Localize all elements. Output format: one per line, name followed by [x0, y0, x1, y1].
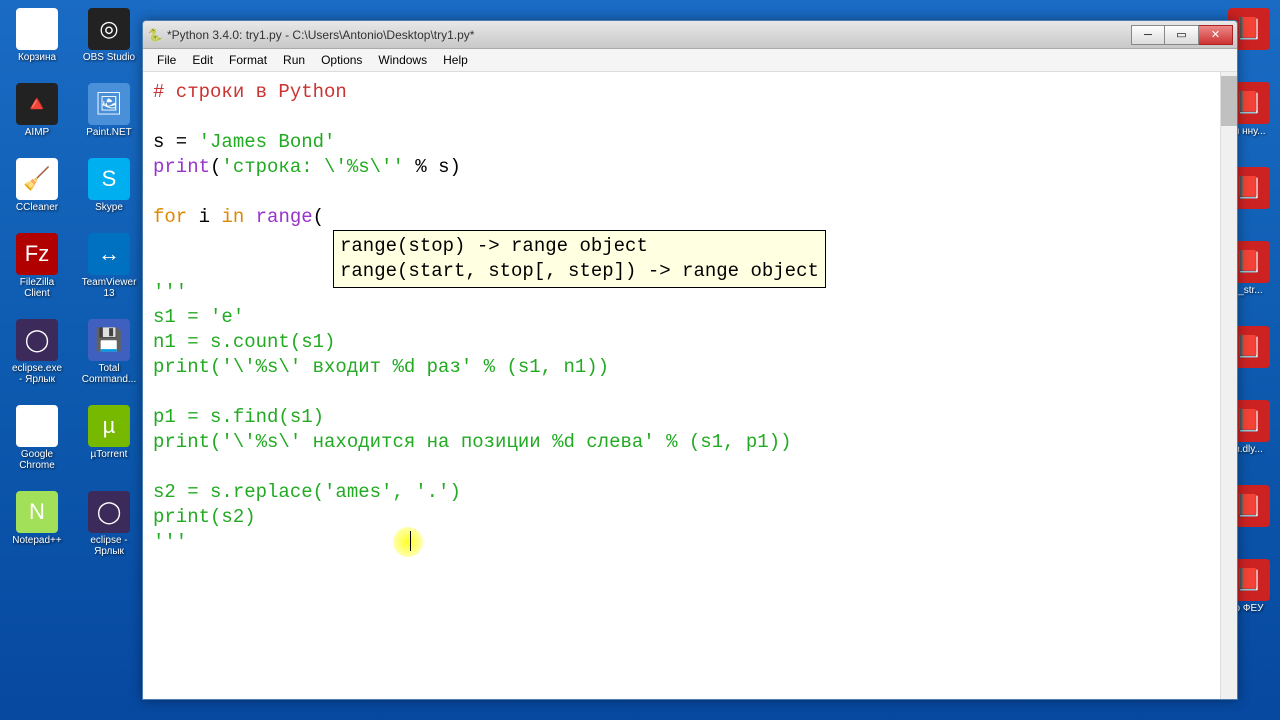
- app-icon: µ: [88, 405, 130, 447]
- code-editor[interactable]: # строки в Python s = 'James Bond' print…: [143, 72, 1237, 699]
- icon-label: CCleaner: [16, 202, 58, 213]
- app-icon: 🔺: [16, 83, 58, 125]
- desktop-icon[interactable]: ◉Google Chrome: [10, 405, 64, 471]
- idle-window: 🐍 *Python 3.4.0: try1.py - C:\Users\Anto…: [142, 20, 1238, 700]
- menu-windows[interactable]: Windows: [370, 50, 435, 70]
- icon-label: Notepad++: [12, 535, 62, 546]
- menu-help[interactable]: Help: [435, 50, 476, 70]
- desktop-icon[interactable]: 🧹 CCleaner: [10, 158, 64, 213]
- app-icon: ◎: [88, 8, 130, 50]
- icon-label: Skype: [95, 202, 123, 213]
- scrollbar-thumb[interactable]: [1221, 76, 1237, 126]
- icon-label: Google Chrome: [10, 449, 64, 471]
- app-icon: ◯: [16, 319, 58, 361]
- desktop-icon[interactable]: 💾Total Command...: [82, 319, 136, 385]
- desktop-icon[interactable]: 🗑 Корзина: [10, 8, 64, 63]
- menu-run[interactable]: Run: [275, 50, 313, 70]
- icon-label: з.dly...: [1235, 444, 1263, 455]
- desktop-icon[interactable]: N Notepad++: [10, 491, 64, 557]
- icon-label: ._str...: [1235, 285, 1262, 296]
- menu-format[interactable]: Format: [221, 50, 275, 70]
- icon-label: Paint.NET: [86, 127, 132, 138]
- comment-line: # строки в Python: [153, 81, 347, 103]
- icon-label: Total Command...: [82, 363, 136, 385]
- desktop-icons-left: 🗑 Корзина ◎ OBS Studio 🔺 AIMP 🖼 Paint.NET 🧹 CClea…: [10, 8, 136, 557]
- desktop-icon[interactable]: ◯eclipse - Ярлык: [82, 491, 136, 557]
- icon-label: TeamViewer 13: [82, 277, 137, 299]
- app-icon: 🧹: [16, 158, 58, 200]
- desktop-icon[interactable]: ◎ OBS Studio: [82, 8, 136, 63]
- app-icon: ↔: [88, 233, 130, 275]
- menu-edit[interactable]: Edit: [184, 50, 221, 70]
- text-caret: [410, 531, 411, 551]
- desktop-icon[interactable]: 🖼 Paint.NET: [82, 83, 136, 138]
- icon-label: eclipse.exe - Ярлык: [10, 363, 64, 385]
- menubar: FileEditFormatRunOptionsWindowsHelp: [143, 49, 1237, 72]
- app-icon: 🖼: [88, 83, 130, 125]
- desktop-icon[interactable]: S Skype: [82, 158, 136, 213]
- app-icon: Fz: [16, 233, 58, 275]
- menu-file[interactable]: File: [149, 50, 184, 70]
- maximize-button[interactable]: ▭: [1165, 25, 1199, 45]
- python-icon: 🐍: [147, 27, 163, 43]
- desktop-icon[interactable]: ◯eclipse.exe - Ярлык: [10, 319, 64, 385]
- menu-options[interactable]: Options: [313, 50, 370, 70]
- scrollbar-vertical[interactable]: [1220, 72, 1237, 699]
- close-button[interactable]: ✕: [1199, 25, 1233, 45]
- titlebar[interactable]: 🐍 *Python 3.4.0: try1.py - C:\Users\Anto…: [143, 21, 1237, 49]
- app-icon: 💾: [88, 319, 130, 361]
- icon-label: µTorrent: [91, 449, 128, 460]
- calltip-tooltip: range(stop) -> range object range(start,…: [333, 230, 826, 288]
- code-content[interactable]: # строки в Python s = 'James Bond' print…: [153, 80, 1227, 555]
- app-icon: N: [16, 491, 58, 533]
- window-title: *Python 3.4.0: try1.py - C:\Users\Antoni…: [167, 28, 1131, 42]
- icon-label: FileZilla Client: [10, 277, 64, 299]
- desktop-icon[interactable]: FzFileZilla Client: [10, 233, 64, 299]
- app-icon: S: [88, 158, 130, 200]
- desktop-icon[interactable]: 🔺 AIMP: [10, 83, 64, 138]
- app-icon: ◯: [88, 491, 130, 533]
- desktop-icon[interactable]: ↔TeamViewer 13: [82, 233, 136, 299]
- icon-label: AIMP: [25, 127, 49, 138]
- window-controls: ─ ▭ ✕: [1131, 25, 1233, 45]
- icon-label: OBS Studio: [83, 52, 135, 63]
- icon-label: о ФЕУ: [1235, 603, 1264, 614]
- minimize-button[interactable]: ─: [1131, 25, 1165, 45]
- icon-label: eclipse - Ярлык: [82, 535, 136, 557]
- icon-label: Корзина: [18, 52, 56, 63]
- app-icon: 🗑: [16, 8, 58, 50]
- desktop-icon[interactable]: µ µTorrent: [82, 405, 136, 471]
- app-icon: ◉: [16, 405, 58, 447]
